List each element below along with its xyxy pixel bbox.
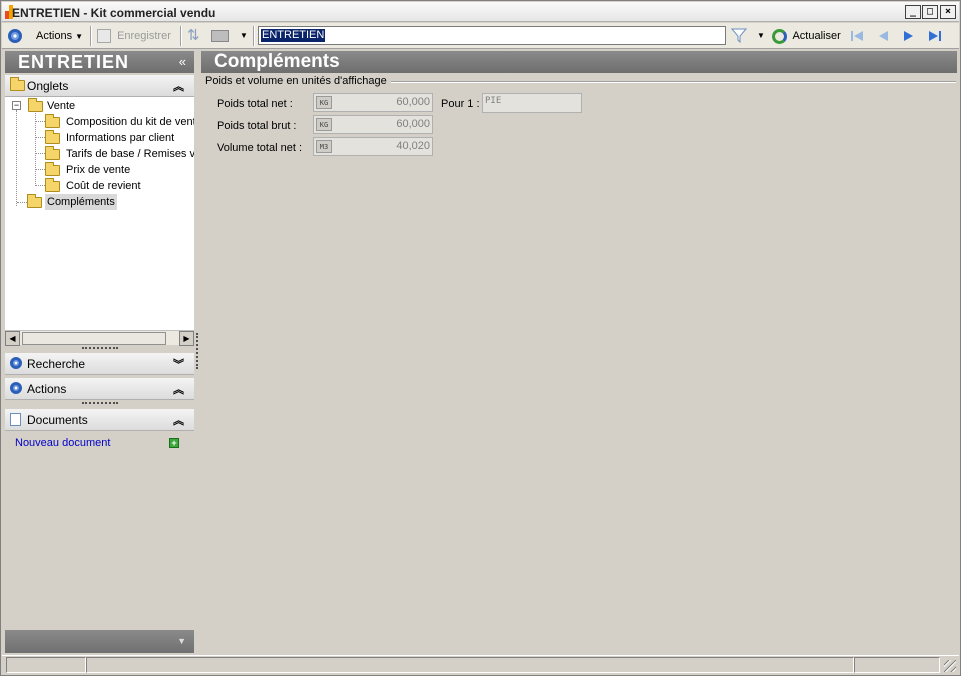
left-panel-footer: ▼ bbox=[5, 630, 194, 653]
tree-horizontal-scrollbar[interactable]: ◀ ▶ bbox=[5, 330, 194, 346]
last-record-icon[interactable] bbox=[927, 28, 943, 44]
status-panel-3 bbox=[854, 657, 940, 673]
actions-ring-icon bbox=[10, 382, 22, 395]
collapse-icon[interactable]: ︽ bbox=[173, 381, 184, 397]
section-recherche[interactable]: Recherche ︾ bbox=[5, 353, 194, 375]
unit-button[interactable]: KG bbox=[316, 118, 332, 131]
print-dropdown-icon[interactable]: ▼ bbox=[240, 27, 248, 45]
scroll-left-icon[interactable]: ◀ bbox=[5, 331, 20, 346]
section-documents-label: Documents bbox=[27, 413, 88, 427]
tree-node-vente[interactable]: − Vente bbox=[5, 98, 194, 114]
tree-node-label: Vente bbox=[47, 100, 76, 112]
filter-dropdown-icon[interactable]: ▼ bbox=[757, 27, 765, 45]
actions-ring-icon[interactable] bbox=[8, 27, 22, 45]
page-title: Compléments bbox=[214, 51, 340, 72]
net-weight-label: Poids total net : bbox=[217, 98, 293, 110]
tree-node-label: Tarifs de base / Remises vente bbox=[66, 148, 194, 160]
section-recherche-label: Recherche bbox=[27, 357, 86, 371]
net-volume-field[interactable]: M3 40,020 bbox=[313, 137, 433, 156]
title-bar[interactable]: ENTRETIEN - Kit commercial vendu _ □ × bbox=[2, 2, 959, 22]
tree-node-label: Informations par client bbox=[66, 132, 175, 144]
folder-icon bbox=[45, 162, 60, 176]
chevron-down-icon: ▼ bbox=[75, 32, 84, 41]
folder-icon bbox=[45, 178, 60, 192]
status-panel-2 bbox=[86, 657, 854, 673]
tree-node-label: Coût de revient bbox=[66, 180, 141, 192]
section-actions[interactable]: Actions ︽ bbox=[5, 378, 194, 400]
per-unit-value: PIE bbox=[485, 96, 502, 106]
save-button[interactable]: Enregistrer bbox=[97, 27, 171, 45]
scrollbar-thumb[interactable] bbox=[22, 332, 166, 345]
actions-menu-label: Actions bbox=[36, 30, 73, 42]
collapse-icon[interactable]: ︽ bbox=[173, 78, 184, 94]
tree-node-label: Composition du kit de vente bbox=[66, 116, 194, 128]
collapse-panel-icon[interactable]: « bbox=[179, 54, 186, 69]
resize-grip[interactable] bbox=[82, 347, 118, 350]
close-button[interactable]: × bbox=[940, 5, 956, 19]
panel-splitter[interactable] bbox=[196, 333, 198, 369]
expand-icon[interactable]: ︾ bbox=[173, 356, 184, 372]
section-onglets[interactable]: Onglets ︽ bbox=[5, 75, 194, 97]
save-label: Enregistrer bbox=[117, 30, 171, 42]
application-window: ENTRETIEN - Kit commercial vendu _ □ × A… bbox=[0, 0, 961, 676]
gross-weight-label: Poids total brut : bbox=[217, 120, 297, 132]
left-panel-title: ENTRETIEN bbox=[18, 52, 130, 72]
gross-weight-field[interactable]: KG 60,000 bbox=[313, 115, 433, 134]
tabs-tree: − Vente Composition du kit de vente Info… bbox=[5, 97, 194, 330]
per-unit-label: Pour 1 : bbox=[441, 98, 480, 110]
filter-icon[interactable] bbox=[730, 27, 748, 45]
folder-icon bbox=[45, 146, 60, 160]
refresh-label: Actualiser bbox=[792, 30, 841, 42]
first-record-icon[interactable] bbox=[849, 28, 865, 44]
section-documents[interactable]: Documents ︽ bbox=[5, 409, 194, 431]
scroll-right-icon[interactable]: ▶ bbox=[179, 331, 194, 346]
net-weight-field[interactable]: KG 60,000 bbox=[313, 93, 433, 112]
net-volume-label: Volume total net : bbox=[217, 142, 302, 154]
tree-node-label: Compléments bbox=[45, 194, 117, 210]
collapse-node-icon[interactable]: − bbox=[12, 101, 21, 110]
folder-icon bbox=[28, 98, 43, 112]
actions-menu-button[interactable]: Actions ▼ bbox=[36, 27, 83, 45]
status-bar bbox=[2, 655, 959, 674]
folder-icon bbox=[10, 77, 25, 93]
collapse-icon[interactable]: ︽ bbox=[173, 412, 184, 428]
net-weight-value: 60,000 bbox=[396, 96, 430, 108]
expand-down-icon[interactable]: ▼ bbox=[177, 636, 186, 646]
search-ring-icon bbox=[10, 357, 22, 370]
maximize-button[interactable]: □ bbox=[922, 5, 938, 19]
add-icon[interactable]: + bbox=[169, 438, 179, 448]
window-resize-grip[interactable] bbox=[944, 660, 956, 672]
group-title: Poids et volume en unités d'affichage bbox=[205, 75, 391, 87]
folder-icon bbox=[45, 130, 60, 144]
gross-weight-value: 60,000 bbox=[396, 118, 430, 130]
net-volume-value: 40,020 bbox=[396, 140, 430, 152]
new-document-link[interactable]: Nouveau document bbox=[15, 437, 110, 449]
window-title: ENTRETIEN - Kit commercial vendu bbox=[12, 6, 216, 20]
save-icon bbox=[97, 29, 111, 44]
sync-icon[interactable]: ⇅ bbox=[187, 27, 200, 45]
refresh-icon bbox=[772, 28, 787, 44]
folder-icon bbox=[45, 114, 60, 128]
section-onglets-label: Onglets bbox=[27, 79, 69, 93]
document-icon bbox=[10, 413, 21, 429]
tree-node-label: Prix de vente bbox=[66, 164, 131, 176]
unit-button[interactable]: KG bbox=[316, 96, 332, 109]
previous-record-icon[interactable] bbox=[875, 28, 891, 44]
unit-button[interactable]: M3 bbox=[316, 140, 332, 153]
main-header: Compléments bbox=[201, 51, 957, 73]
next-record-icon[interactable] bbox=[901, 28, 917, 44]
resize-grip[interactable] bbox=[82, 402, 118, 405]
group-divider bbox=[381, 81, 956, 83]
record-search-value: ENTRETIEN bbox=[261, 29, 326, 42]
record-search-input[interactable]: ENTRETIEN bbox=[258, 26, 726, 45]
print-icon[interactable] bbox=[211, 27, 229, 45]
refresh-button[interactable]: Actualiser bbox=[772, 27, 841, 45]
minimize-button[interactable]: _ bbox=[905, 5, 921, 19]
open-folder-icon bbox=[27, 194, 42, 208]
status-panel-1 bbox=[6, 657, 86, 673]
section-actions-label: Actions bbox=[27, 382, 67, 396]
left-panel-header: ENTRETIEN « bbox=[5, 51, 194, 73]
per-unit-field[interactable]: PIE bbox=[482, 93, 582, 113]
